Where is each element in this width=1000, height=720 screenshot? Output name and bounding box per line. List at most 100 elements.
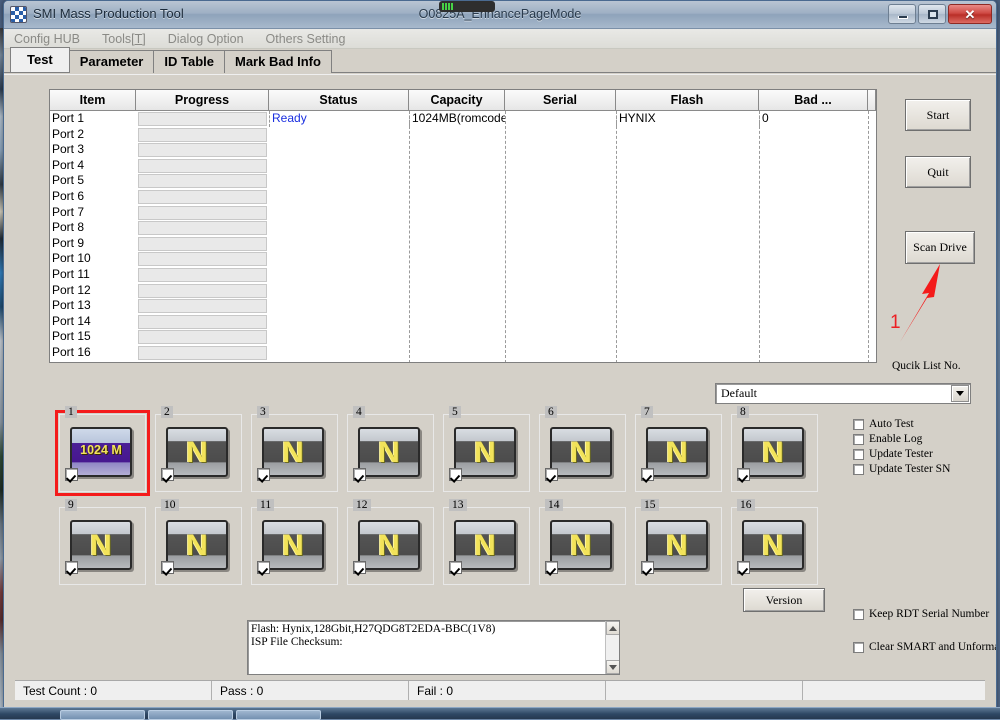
tab-mark-bad-info[interactable]: Mark Bad Info [224,50,332,73]
table-row[interactable]: Port 3 [50,142,876,158]
drive-tile-12[interactable]: 12N [347,507,434,585]
drive-tile-number: 9 [65,499,77,511]
option-auto-test[interactable]: Auto Test [853,418,914,430]
drive-tile-checkbox[interactable] [353,468,366,481]
tab-parameter[interactable]: Parameter [69,50,155,73]
checkbox-icon[interactable] [853,464,864,475]
table-row[interactable]: Port 10 [50,251,876,267]
drive-tile-checkbox[interactable] [161,561,174,574]
drive-tile-checkbox[interactable] [641,561,654,574]
checkbox-label: Update Tester [869,448,933,460]
drive-tile-checkbox[interactable] [449,468,462,481]
quick-list-label: Qucik List No. [892,360,961,372]
drive-tile-checkbox[interactable] [449,561,462,574]
drive-tile-checkbox[interactable] [641,468,654,481]
scroll-up-icon[interactable] [606,621,620,635]
checkbox-icon[interactable] [853,609,864,620]
drive-tile-checkbox[interactable] [257,561,270,574]
drive-tile-8[interactable]: 8N [731,414,818,492]
progress-bar [138,221,267,235]
progress-bar [138,330,267,344]
table-row[interactable]: Port 4 [50,158,876,174]
cell-item: Port 13 [50,298,136,314]
drive-tile-5[interactable]: 5N [443,414,530,492]
port-status-table[interactable]: ItemProgressStatusCapacitySerialFlashBad… [49,89,877,363]
drive-tile-16[interactable]: 16N [731,507,818,585]
drive-tile-checkbox[interactable] [545,561,558,574]
column-header-progress[interactable]: Progress [136,90,269,111]
menu-item-dialog-option[interactable]: Dialog Option [168,32,244,46]
drive-tile-1[interactable]: 11024 M [59,414,146,492]
drive-tile-checkbox[interactable] [737,561,750,574]
drive-tile-15[interactable]: 15N [635,507,722,585]
log-scrollbar[interactable] [605,621,619,674]
menu-item-tools[interactable]: Tools[T] [102,32,146,46]
quit-button[interactable]: Quit [905,156,971,188]
drive-tile-checkbox[interactable] [257,468,270,481]
scan-drive-button[interactable]: Scan Drive [905,231,975,264]
menu-item-config-hub[interactable]: Config HUB [14,32,80,46]
minimize-button[interactable] [888,4,916,24]
tab-test[interactable]: Test [10,47,70,72]
table-row[interactable]: Port 5 [50,173,876,189]
title-bar[interactable]: SMI Mass Production Tool O0825A_EnhanceP… [4,1,996,29]
column-header-status[interactable]: Status [269,90,409,111]
drive-tile-checkbox[interactable] [161,468,174,481]
close-button[interactable]: ✕ [948,4,992,24]
table-row[interactable]: Port 15 [50,329,876,345]
menu-bar: Config HUB Tools[T] Dialog Option Others… [4,29,996,49]
start-button[interactable]: Start [905,99,971,131]
option-enable-log[interactable]: Enable Log [853,433,922,445]
table-row[interactable]: Port 8 [50,220,876,236]
drive-tile-2[interactable]: 2N [155,414,242,492]
table-row[interactable]: Port 12 [50,283,876,299]
column-header-serial[interactable]: Serial [505,90,616,111]
checkbox-icon[interactable] [853,449,864,460]
table-row[interactable]: Port 11 [50,267,876,283]
drive-tile-3[interactable]: 3N [251,414,338,492]
quick-list-dropdown[interactable]: Default [715,383,971,404]
drive-tile-6[interactable]: 6N [539,414,626,492]
table-row[interactable]: Port 1Ready1024MB(romcode)HYNIX0 [50,111,876,127]
version-button[interactable]: Version [743,588,825,612]
table-row[interactable]: Port 9 [50,236,876,252]
table-row[interactable]: Port 14 [50,314,876,330]
cell-capacity: 1024MB(romcode) [409,111,505,127]
scroll-down-icon[interactable] [606,660,620,674]
table-row[interactable]: Port 2 [50,127,876,143]
menu-item-others-setting[interactable]: Others Setting [266,32,346,46]
drive-tile-checkbox[interactable] [545,468,558,481]
log-textbox[interactable]: Flash: Hynix,128Gbit,H27QDG8T2EDA-BBC(1V… [247,620,620,675]
option-update-tester[interactable]: Update Tester [853,448,933,460]
table-row[interactable]: Port 6 [50,189,876,205]
drive-tile-4[interactable]: 4N [347,414,434,492]
table-row[interactable]: Port 13 [50,298,876,314]
column-header-item[interactable]: Item [50,90,136,111]
column-header-capacity[interactable]: Capacity [409,90,505,111]
checkbox-icon[interactable] [853,642,864,653]
drive-tile-7[interactable]: 7N [635,414,722,492]
tab-id-table[interactable]: ID Table [153,50,225,73]
chevron-down-icon[interactable] [951,385,969,402]
option-update-tester-sn[interactable]: Update Tester SN [853,463,950,475]
checkbox-icon[interactable] [853,434,864,445]
table-row[interactable]: Port 7 [50,205,876,221]
drive-tile-10[interactable]: 10N [155,507,242,585]
restore-button[interactable] [918,4,946,24]
drive-tile-checkbox[interactable] [65,561,78,574]
drive-tile-13[interactable]: 13N [443,507,530,585]
column-header-flash[interactable]: Flash [616,90,759,111]
table-row[interactable]: Port 16 [50,345,876,361]
option-clear-smart-and-unformat[interactable]: Clear SMART and Unformat [853,641,997,653]
checkbox-icon[interactable] [853,419,864,430]
drive-empty-icon: N [550,427,612,477]
drive-tile-11[interactable]: 11N [251,507,338,585]
column-header-bad[interactable]: Bad ... [759,90,868,111]
drive-tile-checkbox[interactable] [353,561,366,574]
drive-tile-number: 1 [65,406,77,418]
option-keep-rdt-serial-number[interactable]: Keep RDT Serial Number [853,608,989,620]
drive-tile-14[interactable]: 14N [539,507,626,585]
drive-tile-checkbox[interactable] [65,468,78,481]
drive-tile-checkbox[interactable] [737,468,750,481]
drive-tile-9[interactable]: 9N [59,507,146,585]
